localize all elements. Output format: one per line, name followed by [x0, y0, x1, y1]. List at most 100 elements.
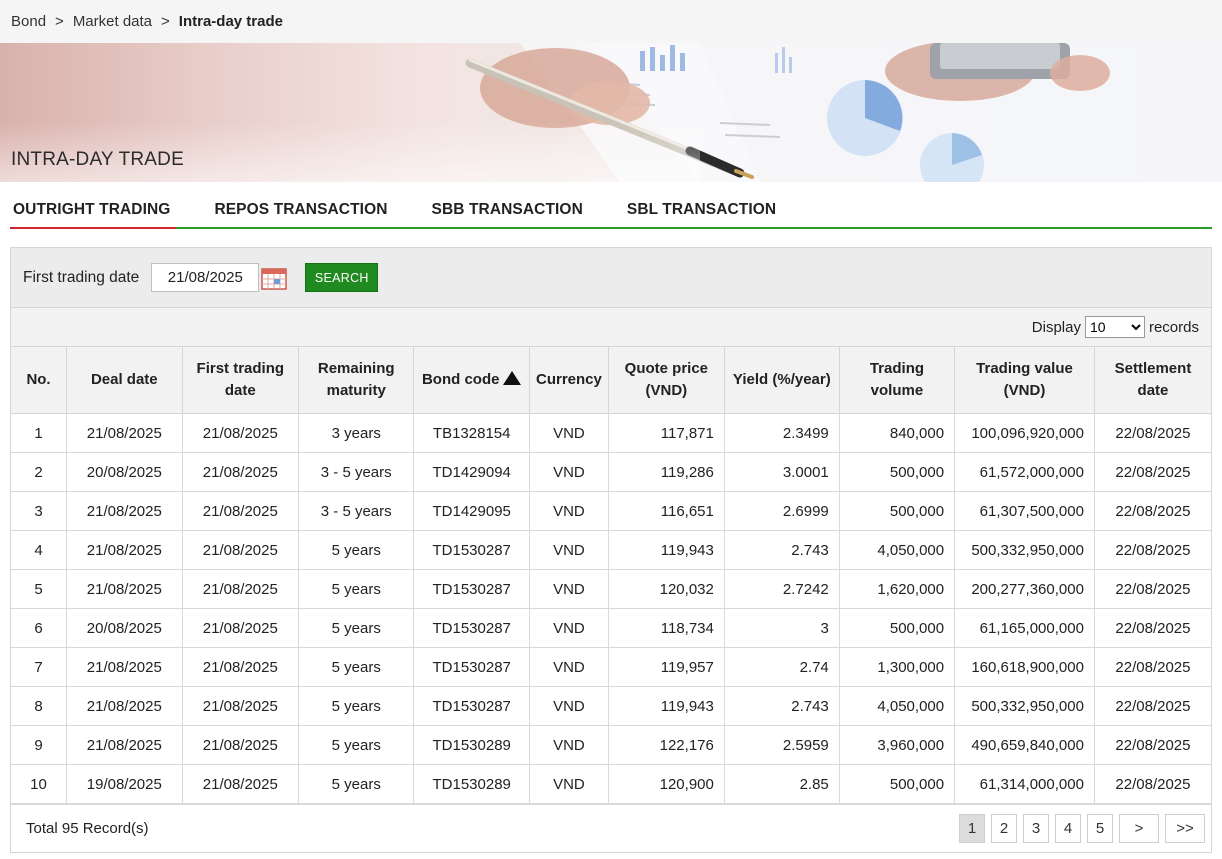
cell-no: 3	[11, 491, 68, 531]
tab-sbl-transaction[interactable]: SBL TRANSACTION	[624, 196, 779, 227]
page-3-button[interactable]: 3	[1023, 813, 1049, 843]
cell-quote-price: 118,734	[607, 608, 725, 648]
cell-first-trading-date: 21/08/2025	[181, 764, 300, 804]
breadcrumb: Bond > Market data > Intra-day trade	[0, 0, 1222, 43]
cell-quote-price: 119,943	[607, 686, 725, 726]
cell-settlement-date: 22/08/2025	[1093, 608, 1211, 648]
next-page-button[interactable]: >	[1119, 813, 1159, 843]
cell-trading-volume: 1,620,000	[838, 569, 956, 609]
cell-currency: VND	[529, 608, 609, 648]
table-row: 1 21/08/2025 21/08/2025 3 years TB1328154 VND…	[11, 413, 1211, 453]
tab-sbb-transaction[interactable]: SBB TRANSACTION	[429, 196, 586, 227]
cell-settlement-date: 22/08/2025	[1093, 647, 1211, 687]
cell-settlement-date: 22/08/2025	[1093, 725, 1211, 765]
cell-deal-date: 21/08/2025	[66, 413, 183, 453]
cell-quote-price: 119,286	[607, 452, 725, 492]
cell-bond-code: TD1530287	[413, 569, 530, 609]
sort-ascending-icon[interactable]	[503, 371, 522, 385]
cell-quote-price: 120,032	[607, 569, 725, 609]
cell-quote-price: 122,176	[607, 725, 725, 765]
page-5-button[interactable]: 5	[1087, 813, 1113, 843]
display-records-row: Display 10 records	[11, 308, 1211, 346]
cell-trading-volume: 500,000	[838, 491, 956, 531]
cell-bond-code: TD1530289	[413, 764, 530, 804]
search-button[interactable]: SEARCH	[305, 263, 379, 292]
records-label: records	[1148, 318, 1199, 336]
header-remaining-maturity: Remaining maturity	[298, 346, 415, 414]
header-deal-date: Deal date	[66, 346, 183, 414]
page-1-button[interactable]: 1	[959, 813, 985, 843]
cell-no: 9	[11, 725, 68, 765]
cell-first-trading-date: 21/08/2025	[181, 413, 300, 453]
records-per-page-select[interactable]: 10	[1084, 316, 1145, 338]
cell-quote-price: 117,871	[607, 413, 725, 453]
cell-deal-date: 20/08/2025	[66, 452, 183, 492]
last-page-button[interactable]: >>	[1165, 813, 1205, 843]
cell-trading-volume: 1,300,000	[838, 647, 956, 687]
cell-no: 10	[11, 764, 68, 804]
cell-currency: VND	[529, 686, 609, 726]
cell-first-trading-date: 21/08/2025	[181, 647, 300, 687]
cell-yield: 2.74	[723, 647, 840, 687]
cell-bond-code: TB1328154	[413, 413, 530, 453]
cell-remaining-maturity: 3 - 5 years	[298, 491, 415, 531]
cell-trading-volume: 500,000	[838, 764, 956, 804]
cell-trading-value: 500,332,950,000	[954, 530, 1095, 570]
cell-quote-price: 119,957	[607, 647, 725, 687]
cell-settlement-date: 22/08/2025	[1093, 413, 1211, 453]
cell-bond-code: TD1429094	[413, 452, 530, 492]
page-title: INTRA-DAY TRADE	[11, 149, 184, 170]
header-trading-volume: Trading volume	[838, 346, 956, 414]
cell-yield: 2.3499	[723, 413, 840, 453]
cell-trading-value: 61,165,000,000	[954, 608, 1095, 648]
cell-bond-code: TD1530287	[413, 647, 530, 687]
page-2-button[interactable]: 2	[991, 813, 1017, 843]
cell-no: 4	[11, 530, 68, 570]
cell-first-trading-date: 21/08/2025	[181, 725, 300, 765]
cell-currency: VND	[529, 452, 609, 492]
cell-trading-value: 100,096,920,000	[954, 413, 1095, 453]
cell-settlement-date: 22/08/2025	[1093, 686, 1211, 726]
cell-no: 7	[11, 647, 68, 687]
header-settlement-date: Settlement date	[1093, 346, 1211, 414]
cell-settlement-date: 22/08/2025	[1093, 452, 1211, 492]
first-trading-date-label: First trading date	[23, 268, 140, 286]
cell-yield: 3	[723, 608, 840, 648]
cell-first-trading-date: 21/08/2025	[181, 569, 300, 609]
tab-outright-trading[interactable]: OUTRIGHT TRADING	[10, 196, 177, 229]
cell-first-trading-date: 21/08/2025	[181, 608, 300, 648]
cell-quote-price: 119,943	[607, 530, 725, 570]
calendar-icon[interactable]	[261, 266, 288, 290]
cell-deal-date: 21/08/2025	[66, 647, 183, 687]
cell-first-trading-date: 21/08/2025	[181, 452, 300, 492]
header-bond-code[interactable]: Bond code	[413, 346, 530, 414]
filter-bar: First trading date SEARCH	[11, 248, 1211, 308]
cell-currency: VND	[529, 725, 609, 765]
header-trading-value: Trading value (VND)	[954, 346, 1095, 414]
first-trading-date-input[interactable]	[151, 263, 260, 292]
cell-no: 5	[11, 569, 68, 609]
tab-repos-transaction[interactable]: REPOS TRANSACTION	[211, 196, 390, 227]
cell-remaining-maturity: 5 years	[298, 686, 415, 726]
header-first-trading-date: First trading date	[181, 346, 300, 414]
page-4-button[interactable]: 4	[1055, 813, 1081, 843]
cell-deal-date: 21/08/2025	[66, 686, 183, 726]
trade-panel: First trading date SEARCH Display 10 rec…	[10, 247, 1212, 853]
page-banner: INTRA-DAY TRADE	[0, 43, 1222, 182]
breadcrumb-bond[interactable]: Bond	[11, 13, 46, 30]
cell-remaining-maturity: 5 years	[298, 569, 415, 609]
breadcrumb-market-data[interactable]: Market data	[73, 13, 152, 30]
cell-remaining-maturity: 3 - 5 years	[298, 452, 415, 492]
cell-currency: VND	[529, 647, 609, 687]
cell-remaining-maturity: 5 years	[298, 764, 415, 804]
cell-currency: VND	[529, 569, 609, 609]
transaction-tabs: OUTRIGHT TRADING REPOS TRANSACTION SBB T…	[10, 196, 1212, 229]
header-quote-price: Quote price (VND)	[607, 346, 725, 414]
cell-currency: VND	[529, 491, 609, 531]
cell-trading-value: 490,659,840,000	[954, 725, 1095, 765]
breadcrumb-separator: >	[55, 13, 64, 30]
cell-trading-value: 160,618,900,000	[954, 647, 1095, 687]
table-row: 6 20/08/2025 21/08/2025 5 years TD1530287 VND…	[11, 608, 1211, 648]
table-row: 3 21/08/2025 21/08/2025 3 - 5 years TD142909…	[11, 491, 1211, 531]
pagination: 1 2 3 4 5 > >>	[953, 813, 1205, 843]
